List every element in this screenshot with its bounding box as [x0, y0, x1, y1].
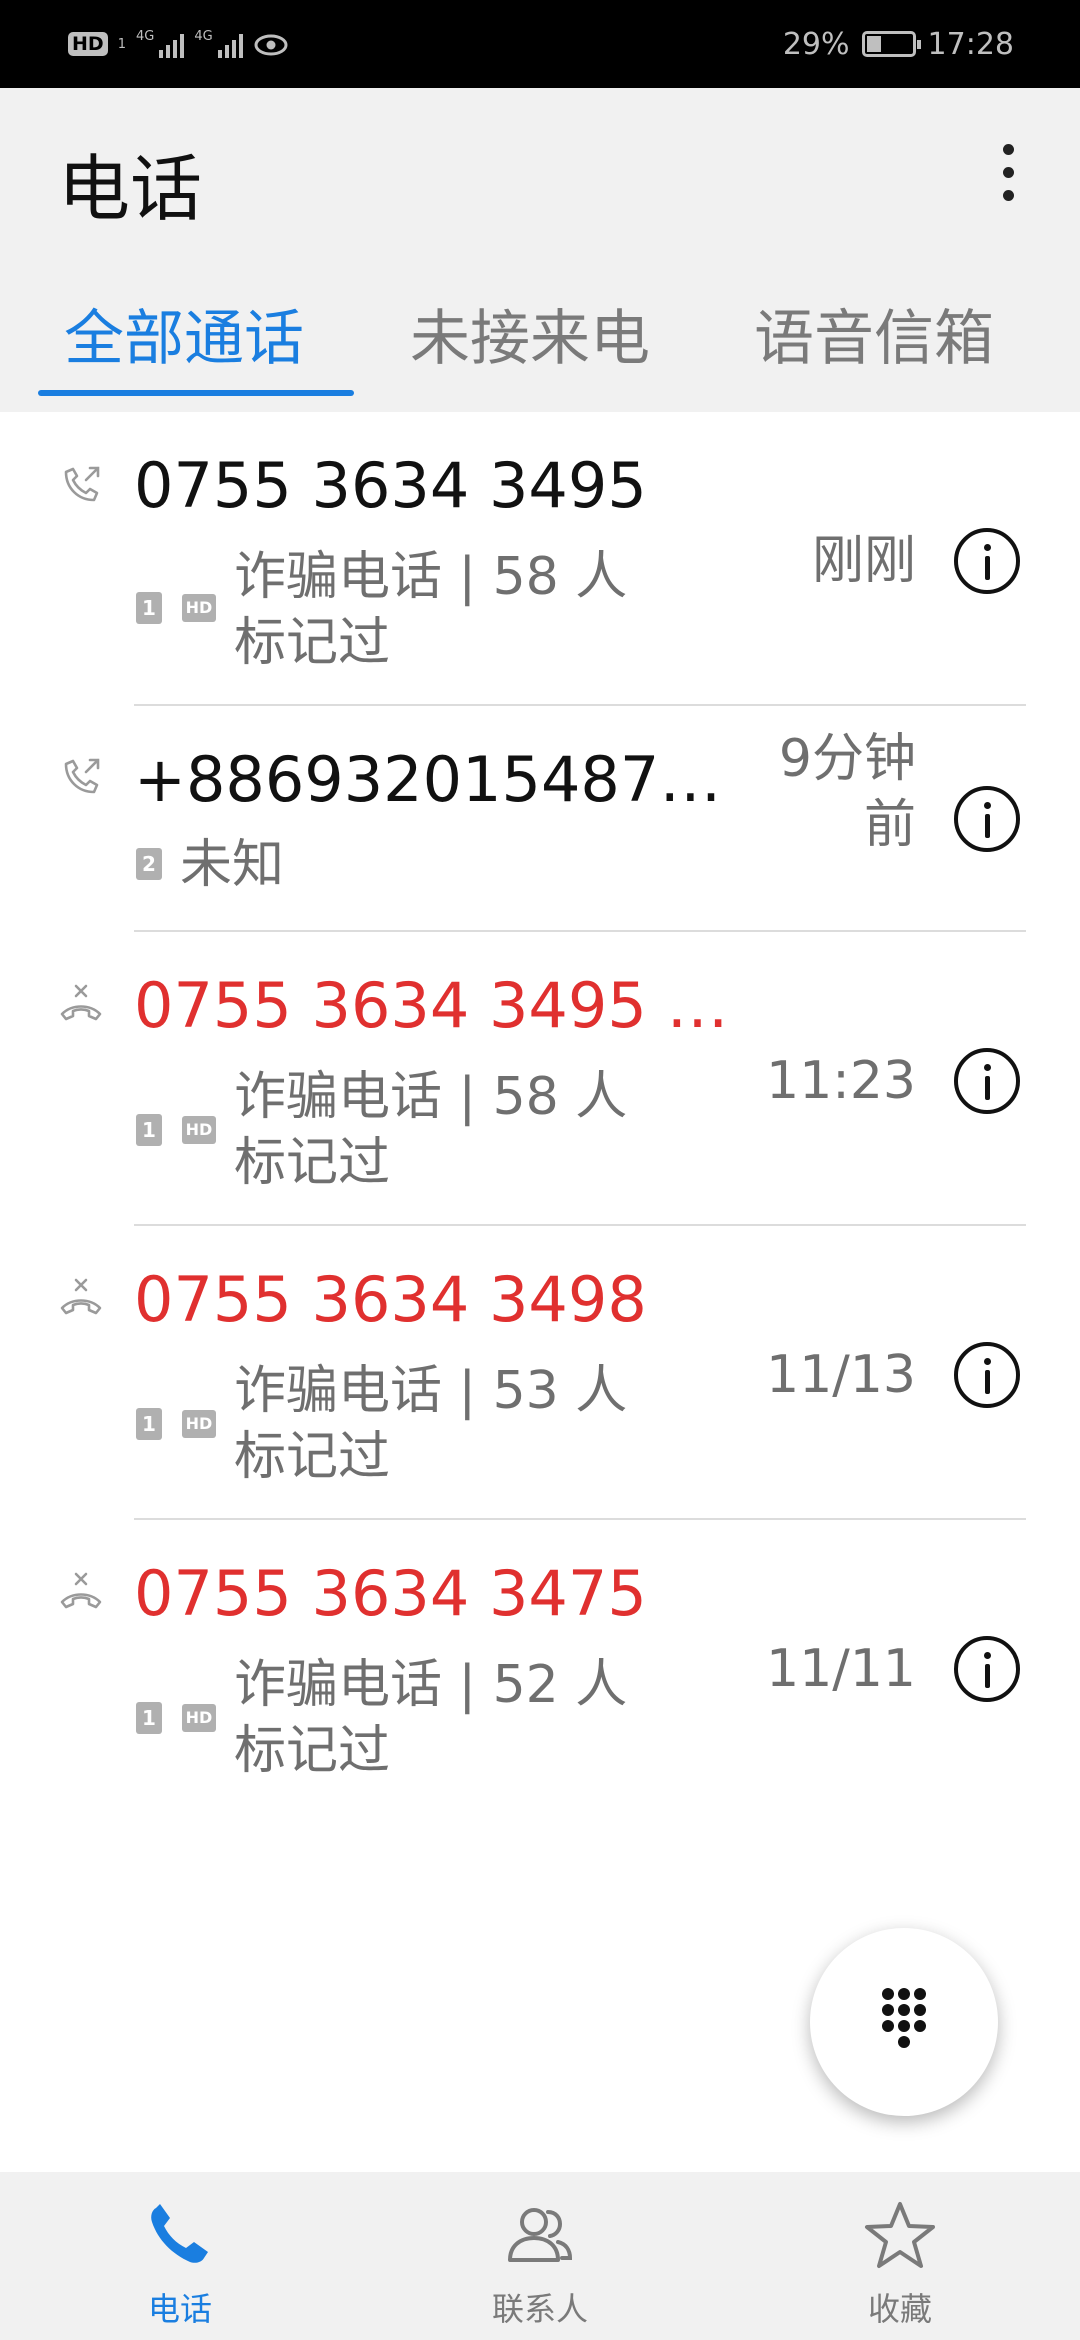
sim-badge: 2	[136, 848, 162, 880]
call-info-button[interactable]	[954, 1048, 1020, 1114]
call-time-line: 9分钟	[778, 729, 916, 789]
call-time: 11/13	[766, 1342, 916, 1408]
more-vert-icon	[1002, 143, 1014, 155]
call-info-button[interactable]	[954, 786, 1020, 852]
tab-bar: 全部通话 未接来电 语音信箱	[0, 282, 1080, 392]
battery-percent: 29%	[782, 26, 850, 62]
hd-badge: HD	[182, 1410, 216, 1438]
call-description: 诈骗电话 | 52 人 标记过	[234, 1652, 654, 1784]
call-time: 刚刚	[812, 528, 916, 594]
call-log-row[interactable]: +886932015487612 2 未知 9分钟 前	[0, 706, 1080, 932]
call-description-line: 诈骗电话 | 58 人	[234, 1067, 628, 1127]
call-description-line: 标记过	[234, 1721, 391, 1781]
sim-indicator: 1	[117, 36, 126, 52]
call-description-line: 标记过	[234, 1427, 391, 1487]
network-type-label: 4G	[194, 29, 213, 44]
call-time: 11/11	[766, 1636, 916, 1702]
contacts-icon	[508, 2208, 573, 2262]
sim-badge: 1	[136, 1114, 162, 1146]
tab-voicemail[interactable]: 语音信箱	[754, 282, 994, 392]
status-bar: HD 1 4G 4G 29% 17:28	[0, 0, 1080, 88]
call-description-line: 标记过	[234, 613, 391, 673]
call-log-row[interactable]: 0755 3634 3475 1 HD 诈骗电话 | 52 人 标记过 11/1…	[0, 1520, 1080, 1814]
call-description: 诈骗电话 | 58 人 标记过	[234, 1064, 654, 1196]
clock: 17:28	[927, 26, 1014, 62]
call-description-line: 标记过	[234, 1133, 391, 1193]
call-number: 0755 3634 3498	[134, 1263, 647, 1336]
missed-call-icon	[60, 1278, 102, 1315]
call-time: 9分钟 前	[756, 726, 916, 858]
hd-voice-indicator: HD	[68, 32, 108, 56]
outgoing-call-icon	[64, 758, 100, 794]
outgoing-call-icon	[64, 466, 100, 502]
active-tab-indicator	[38, 390, 354, 396]
call-number: +886932015487612	[134, 743, 734, 816]
status-right: 29% 17:28	[783, 27, 1014, 62]
star-icon	[865, 2202, 935, 2268]
status-left: HD 1 4G 4G	[68, 30, 289, 58]
call-description-line: 诈骗电话 | 53 人	[234, 1361, 628, 1421]
tab-missed-calls[interactable]: 未接来电	[410, 282, 650, 392]
call-description-line: 未知	[180, 835, 285, 895]
call-time-line: 11/11	[766, 1639, 916, 1699]
call-time-line: 11:23	[766, 1051, 916, 1111]
call-description: 诈骗电话 | 58 人 标记过	[234, 544, 654, 676]
sim-badge: 1	[136, 1408, 162, 1440]
eye-comfort-icon	[254, 34, 288, 56]
call-log-row[interactable]: 0755 3634 3495 (3) 1 HD 诈骗电话 | 58 人 标记过 …	[0, 932, 1080, 1226]
tab-all-calls[interactable]: 全部通话	[64, 282, 304, 392]
nav-label: 联系人	[491, 2290, 588, 2328]
call-info-button[interactable]	[954, 528, 1020, 594]
call-number: 0755 3634 3495	[134, 449, 647, 522]
call-time-line: 11/13	[766, 1345, 916, 1405]
sim-badge: 1	[136, 1702, 162, 1734]
call-number: 0755 3634 3475	[134, 1557, 647, 1630]
nav-contacts[interactable]: 联系人	[390, 2172, 690, 2340]
call-info-button[interactable]	[954, 1342, 1020, 1408]
call-description: 未知	[180, 832, 600, 898]
call-time-line: 前	[863, 795, 916, 855]
missed-call-icon	[60, 1572, 102, 1609]
missed-call-icon	[60, 984, 102, 1021]
call-description: 诈骗电话 | 53 人 标记过	[234, 1358, 654, 1490]
nav-phone[interactable]: 电话	[30, 2172, 330, 2340]
sim-badge: 1	[136, 592, 162, 624]
nav-label: 电话	[147, 2290, 212, 2328]
more-options-button[interactable]	[972, 128, 1044, 216]
call-time: 11:23	[766, 1048, 916, 1114]
network-type-label: 4G	[135, 29, 155, 44]
call-description-line: 诈骗电话 | 52 人	[234, 1655, 628, 1715]
call-number: 0755 3634 3495 (3)	[134, 969, 744, 1042]
call-description-line: 诈骗电话 | 58 人	[234, 547, 628, 607]
signal-strength-icon: 4G	[135, 29, 185, 58]
call-time-line: 刚刚	[811, 531, 916, 591]
call-log-row[interactable]: 0755 3634 3495 1 HD 诈骗电话 | 58 人 标记过 刚刚	[0, 412, 1080, 706]
signal-strength-icon: 4G	[194, 29, 243, 58]
bottom-navigation: 电话 联系人 收藏	[0, 2172, 1080, 2340]
battery-icon	[861, 31, 921, 57]
hd-badge: HD	[182, 594, 216, 622]
call-info-button[interactable]	[954, 1636, 1020, 1702]
dialpad-button[interactable]	[810, 1928, 998, 2116]
app-bar: 电话 全部通话 未接来电 语音信箱	[0, 88, 1080, 412]
phone-icon	[151, 2204, 208, 2263]
hd-badge: HD	[182, 1704, 216, 1732]
hd-badge: HD	[182, 1116, 216, 1144]
call-log-row[interactable]: 0755 3634 3498 1 HD 诈骗电话 | 53 人 标记过 11/1…	[0, 1226, 1080, 1520]
page-title: 电话	[58, 147, 203, 231]
nav-favorites[interactable]: 收藏	[750, 2172, 1050, 2340]
nav-label: 收藏	[867, 2290, 932, 2328]
